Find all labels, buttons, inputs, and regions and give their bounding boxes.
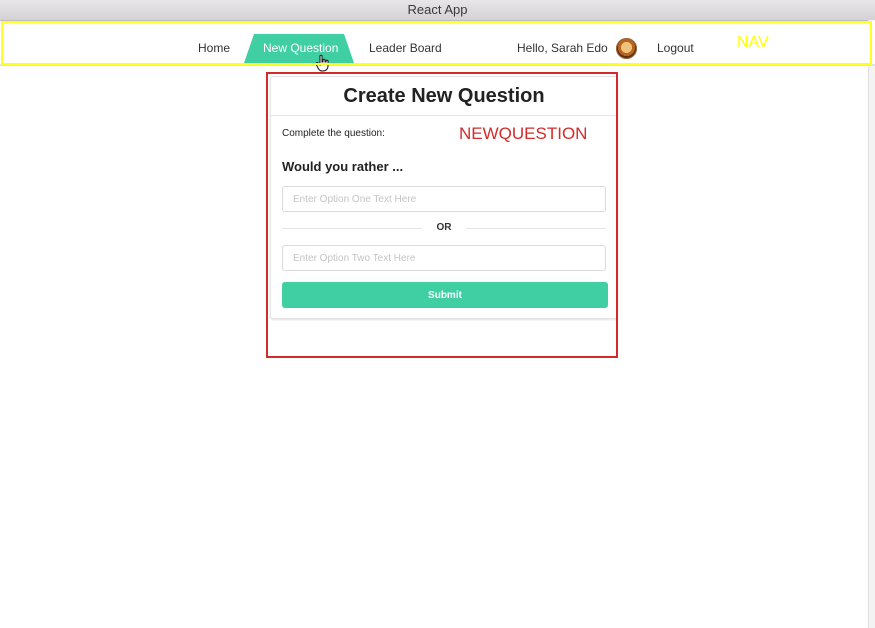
window-right-edge xyxy=(868,20,875,628)
or-divider-right xyxy=(466,228,606,229)
option-two-input[interactable] xyxy=(282,245,606,271)
nav-item-home[interactable]: Home xyxy=(198,41,230,55)
new-question-annotation-label: NEWQUESTION xyxy=(459,124,588,143)
card-title: Create New Question xyxy=(271,77,617,116)
nav-annotation-label: NAV xyxy=(737,34,769,51)
window-titlebar: React App xyxy=(0,0,875,21)
submit-button[interactable]: Submit xyxy=(282,282,608,308)
new-question-card: Create New Question Complete the questio… xyxy=(270,76,618,319)
nav-item-new-question[interactable]: New Question xyxy=(263,41,338,55)
or-divider-left xyxy=(282,228,422,229)
option-one-input[interactable] xyxy=(282,186,606,212)
instruction-text: Complete the question: xyxy=(282,128,385,139)
nav-item-leader-board[interactable]: Leader Board xyxy=(369,41,442,55)
or-separator: OR xyxy=(436,222,452,233)
user-avatar xyxy=(616,38,637,59)
logout-link[interactable]: Logout xyxy=(657,41,694,55)
user-greeting: Hello, Sarah Edo xyxy=(517,41,608,55)
window-title: React App xyxy=(407,2,468,17)
hand-pointer-cursor-icon xyxy=(315,54,329,72)
question-prompt: Would you rather ... xyxy=(282,159,404,174)
